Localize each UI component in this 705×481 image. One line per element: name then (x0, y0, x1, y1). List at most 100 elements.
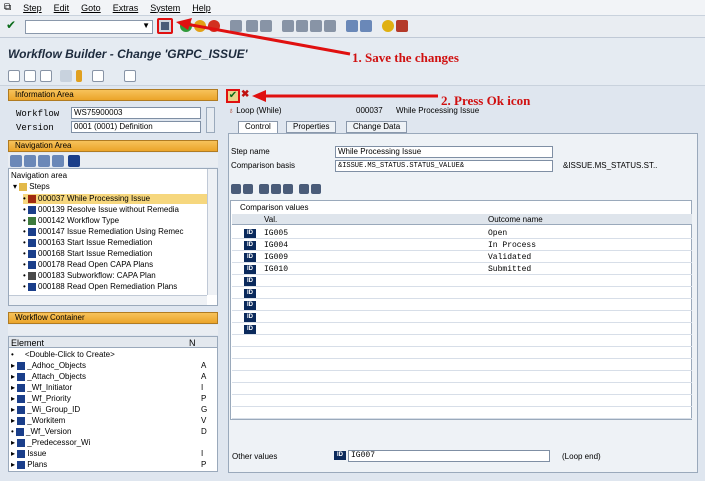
step-header: ♁ Loop (While) 000037 While Processing I… (228, 106, 528, 115)
test-icon[interactable] (60, 70, 72, 82)
grid-row-empty[interactable] (232, 396, 692, 407)
container-row[interactable]: ▸ _Wi_Group_ID G (11, 405, 207, 415)
menu-extras[interactable]: Extras (113, 3, 139, 13)
container-row[interactable]: ▸ Issue I (11, 449, 203, 459)
grid-row-empty[interactable]: ID (232, 312, 692, 323)
container-row[interactable]: ▸ _Attach_Objects A (11, 372, 206, 382)
info-icon[interactable] (76, 70, 82, 82)
workflow-container-header[interactable]: Workflow Container (8, 312, 218, 324)
menu-help[interactable]: Help (192, 3, 211, 13)
nav-scrollbar[interactable] (207, 169, 217, 295)
grid-row[interactable]: ID IG009 Validated (232, 252, 692, 263)
new-icon[interactable] (8, 70, 20, 82)
comparison-field[interactable]: &ISSUE.MS_STATUS.STATUS_VALUE& (335, 160, 553, 172)
shortcut-icon[interactable] (360, 20, 372, 32)
grid-row[interactable]: ID IG010 Submitted (232, 264, 692, 275)
grid-row-empty[interactable] (232, 360, 692, 371)
tree-item[interactable]: • 000139 Resolve Issue without Remedia (23, 205, 179, 215)
tree-steps[interactable]: ▾ Steps (13, 182, 50, 192)
value-icon: ID (244, 325, 256, 334)
tab-change-data[interactable]: Change Data (346, 121, 408, 133)
navigation-area-header[interactable]: Navigation Area (8, 140, 218, 152)
nav-hscrollbar[interactable] (9, 295, 207, 305)
grid-paste-icon[interactable] (283, 184, 293, 194)
scroll-info[interactable] (206, 107, 215, 133)
container-row[interactable]: ▸ Plans P (11, 460, 206, 470)
grid-row[interactable]: ID IG005 Open (232, 228, 692, 239)
overview-icon[interactable] (124, 70, 136, 82)
grid-row-empty[interactable] (232, 336, 692, 347)
grid-val: IG010 (264, 265, 289, 274)
element-name: _Wf_Version (26, 427, 72, 436)
grid-insert-icon[interactable] (243, 184, 253, 194)
grid-row-empty[interactable]: ID (232, 288, 692, 299)
nav-expand-icon[interactable] (52, 155, 64, 167)
container-table-header: Element N (9, 337, 217, 348)
container-row[interactable]: • <Double-Click to Create> (11, 350, 115, 360)
grid-row[interactable]: ID IG004 In Process (232, 240, 692, 251)
other-values-field[interactable]: IG007 (348, 450, 550, 462)
col-element[interactable]: Element (11, 338, 44, 348)
menu-system[interactable]: System (150, 3, 180, 13)
field-icon (17, 460, 26, 469)
col-val[interactable]: Val. (264, 215, 277, 224)
menu-edit[interactable]: Edit (54, 3, 70, 13)
tree-item[interactable]: • 000183 Subworkflow: CAPA Plan (23, 271, 156, 281)
edit-icon[interactable] (40, 70, 52, 82)
sap-icon[interactable]: ⧉ (4, 2, 11, 13)
layout-icon[interactable] (396, 20, 408, 32)
grid-details-icon[interactable] (231, 184, 241, 194)
graph-icon[interactable] (92, 70, 104, 82)
tab-properties[interactable]: Properties (286, 121, 337, 133)
nav-collapse-icon[interactable] (38, 155, 50, 167)
container-row[interactable]: ▸ _Adhoc_Objects A (11, 361, 206, 371)
information-area-header[interactable]: Information Area (8, 89, 218, 101)
tree-item[interactable]: • 000178 Read Open CAPA Plans (23, 260, 153, 270)
version-select[interactable]: 0001 (0001) Definition (71, 121, 201, 133)
grid-cut-icon[interactable] (259, 184, 269, 194)
tree-item[interactable]: • 000142 Workflow Type (23, 216, 119, 226)
step-name-label: Step name (231, 147, 270, 156)
copy-icon[interactable] (24, 70, 36, 82)
grid-row-empty[interactable] (232, 408, 692, 419)
enter-icon[interactable]: ✔ (6, 18, 18, 32)
menu-step[interactable]: Step (23, 3, 42, 13)
command-field[interactable] (25, 20, 153, 34)
grid-row-empty[interactable] (232, 348, 692, 359)
grid-row-empty[interactable] (232, 372, 692, 383)
tree-item-label: 000147 Issue Remediation Using Remec (38, 227, 184, 236)
help-icon[interactable] (382, 20, 394, 32)
tree-item[interactable]: • 000168 Start Issue Remediation (23, 249, 152, 259)
value-icon: ID (244, 241, 256, 250)
step-name-field[interactable]: While Processing Issue (335, 146, 553, 158)
grid-row-empty[interactable] (232, 384, 692, 395)
tree-item-selected[interactable]: • 000037 While Processing Issue (23, 194, 213, 204)
container-row[interactable]: • _Wf_Version D (11, 427, 207, 437)
save-icon[interactable] (157, 18, 173, 34)
menu-goto[interactable]: Goto (81, 3, 101, 13)
tab-control[interactable]: Control (238, 121, 278, 133)
tree-item[interactable]: • 000188 Read Open Remediation Plans (23, 282, 177, 292)
nav-forward-icon[interactable] (24, 155, 36, 167)
element-type: A (201, 361, 207, 370)
nav-back-icon[interactable] (10, 155, 22, 167)
grid-row-empty[interactable]: ID (232, 300, 692, 311)
grid-append-icon[interactable] (299, 184, 309, 194)
grid-row-empty[interactable]: ID (232, 324, 692, 335)
tree-item[interactable]: • 000147 Issue Remediation Using Remec (23, 227, 183, 237)
tree-steps-label: Steps (29, 182, 50, 191)
col-outcome[interactable]: Outcome name (488, 215, 543, 224)
grid-copy-icon[interactable] (271, 184, 281, 194)
container-row[interactable]: ▸ _Wf_Initiator I (11, 383, 203, 393)
grid-delete-icon[interactable] (311, 184, 321, 194)
workflow-field[interactable]: WS75900003 (71, 107, 201, 119)
container-row[interactable]: ▸ _Wf_Priority P (11, 394, 206, 404)
container-row[interactable]: ▸ _Workitem V (11, 416, 206, 426)
nav-tree-icon[interactable] (68, 155, 80, 167)
container-row[interactable]: ▸ _Predecessor_Wi (11, 438, 90, 448)
grid-row-empty[interactable]: ID (232, 276, 692, 287)
ok-icon[interactable]: ✔ (226, 89, 240, 103)
tree-item[interactable]: • 000163 Start Issue Remediation (23, 238, 152, 248)
col-n[interactable]: N (189, 338, 196, 348)
field-icon (17, 383, 26, 392)
